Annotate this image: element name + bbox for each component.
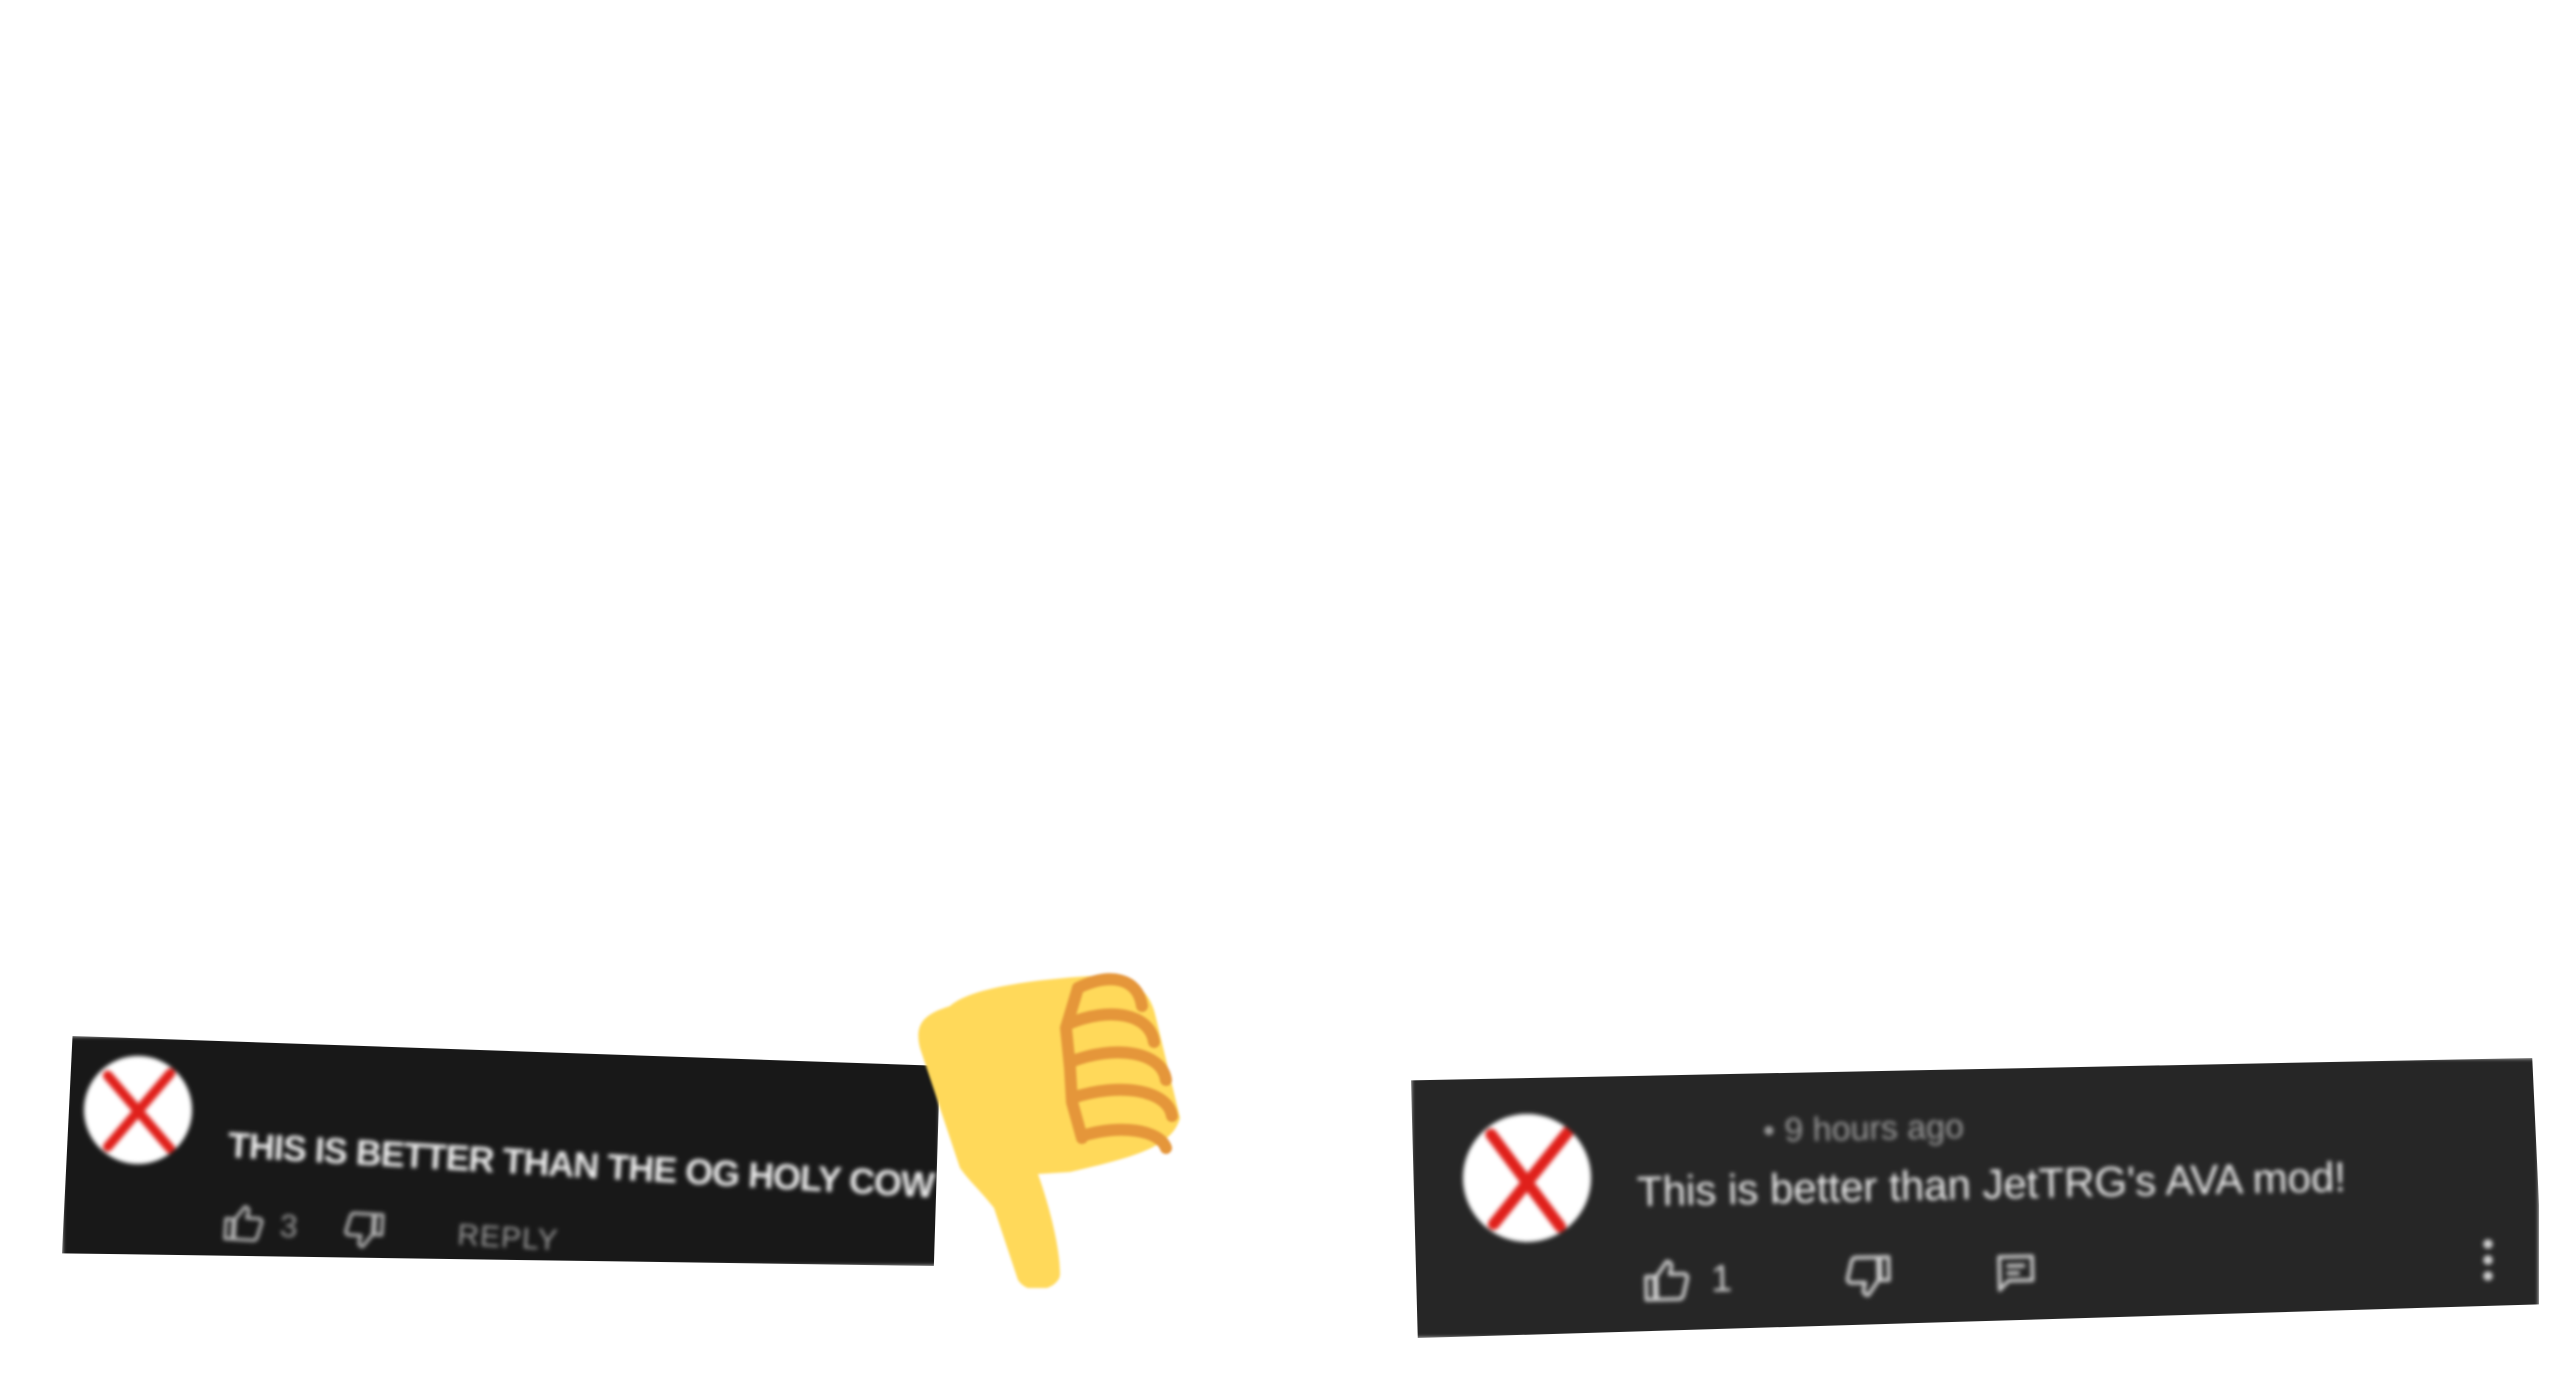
comment-actions: 3 REPLY bbox=[221, 1202, 560, 1261]
thumbs-down-emoji-icon bbox=[918, 973, 1180, 1288]
like-button[interactable] bbox=[221, 1202, 267, 1244]
comment-actions: 1 bbox=[1641, 1240, 2482, 1304]
red-x-avatar-icon bbox=[1463, 1114, 1591, 1242]
comment-timestamp[interactable]: • 9 hours ago bbox=[1763, 1108, 1965, 1151]
comment-card-right: • 9 hours ago This is better than JetTRG… bbox=[1411, 1058, 2539, 1338]
dislike-button[interactable] bbox=[340, 1209, 386, 1251]
thumbs-up-icon bbox=[1644, 1259, 1690, 1302]
comment-card-left: THIS IS BETTER THAN THE OG HOLY COW 3 RE… bbox=[62, 1036, 940, 1266]
like-count: 3 bbox=[278, 1206, 299, 1244]
meme-canvas: THIS IS BETTER THAN THE OG HOLY COW 3 RE… bbox=[0, 0, 2560, 1400]
like-button[interactable] bbox=[1641, 1257, 1694, 1304]
reply-comment-icon bbox=[1997, 1254, 2035, 1292]
vertical-dots-icon bbox=[2483, 1239, 2493, 1281]
dislike-button[interactable] bbox=[1842, 1253, 1895, 1300]
comment-text: This is better than JetTRG's AVA mod! bbox=[1636, 1153, 2347, 1215]
avatar[interactable] bbox=[84, 1056, 192, 1164]
more-options-button[interactable] bbox=[2481, 1236, 2495, 1289]
avatar[interactable] bbox=[1463, 1114, 1591, 1242]
like-count: 1 bbox=[1710, 1257, 1733, 1301]
thumbs-up-icon bbox=[223, 1205, 264, 1242]
thumbs-down-icon bbox=[1845, 1255, 1891, 1297]
thumbs-down-icon bbox=[344, 1211, 385, 1249]
reply-button[interactable]: REPLY bbox=[456, 1219, 559, 1259]
reply-button[interactable] bbox=[1994, 1251, 2039, 1296]
comment-text: THIS IS BETTER THAN THE OG HOLY COW bbox=[226, 1124, 936, 1206]
red-x-avatar-icon bbox=[84, 1056, 192, 1164]
